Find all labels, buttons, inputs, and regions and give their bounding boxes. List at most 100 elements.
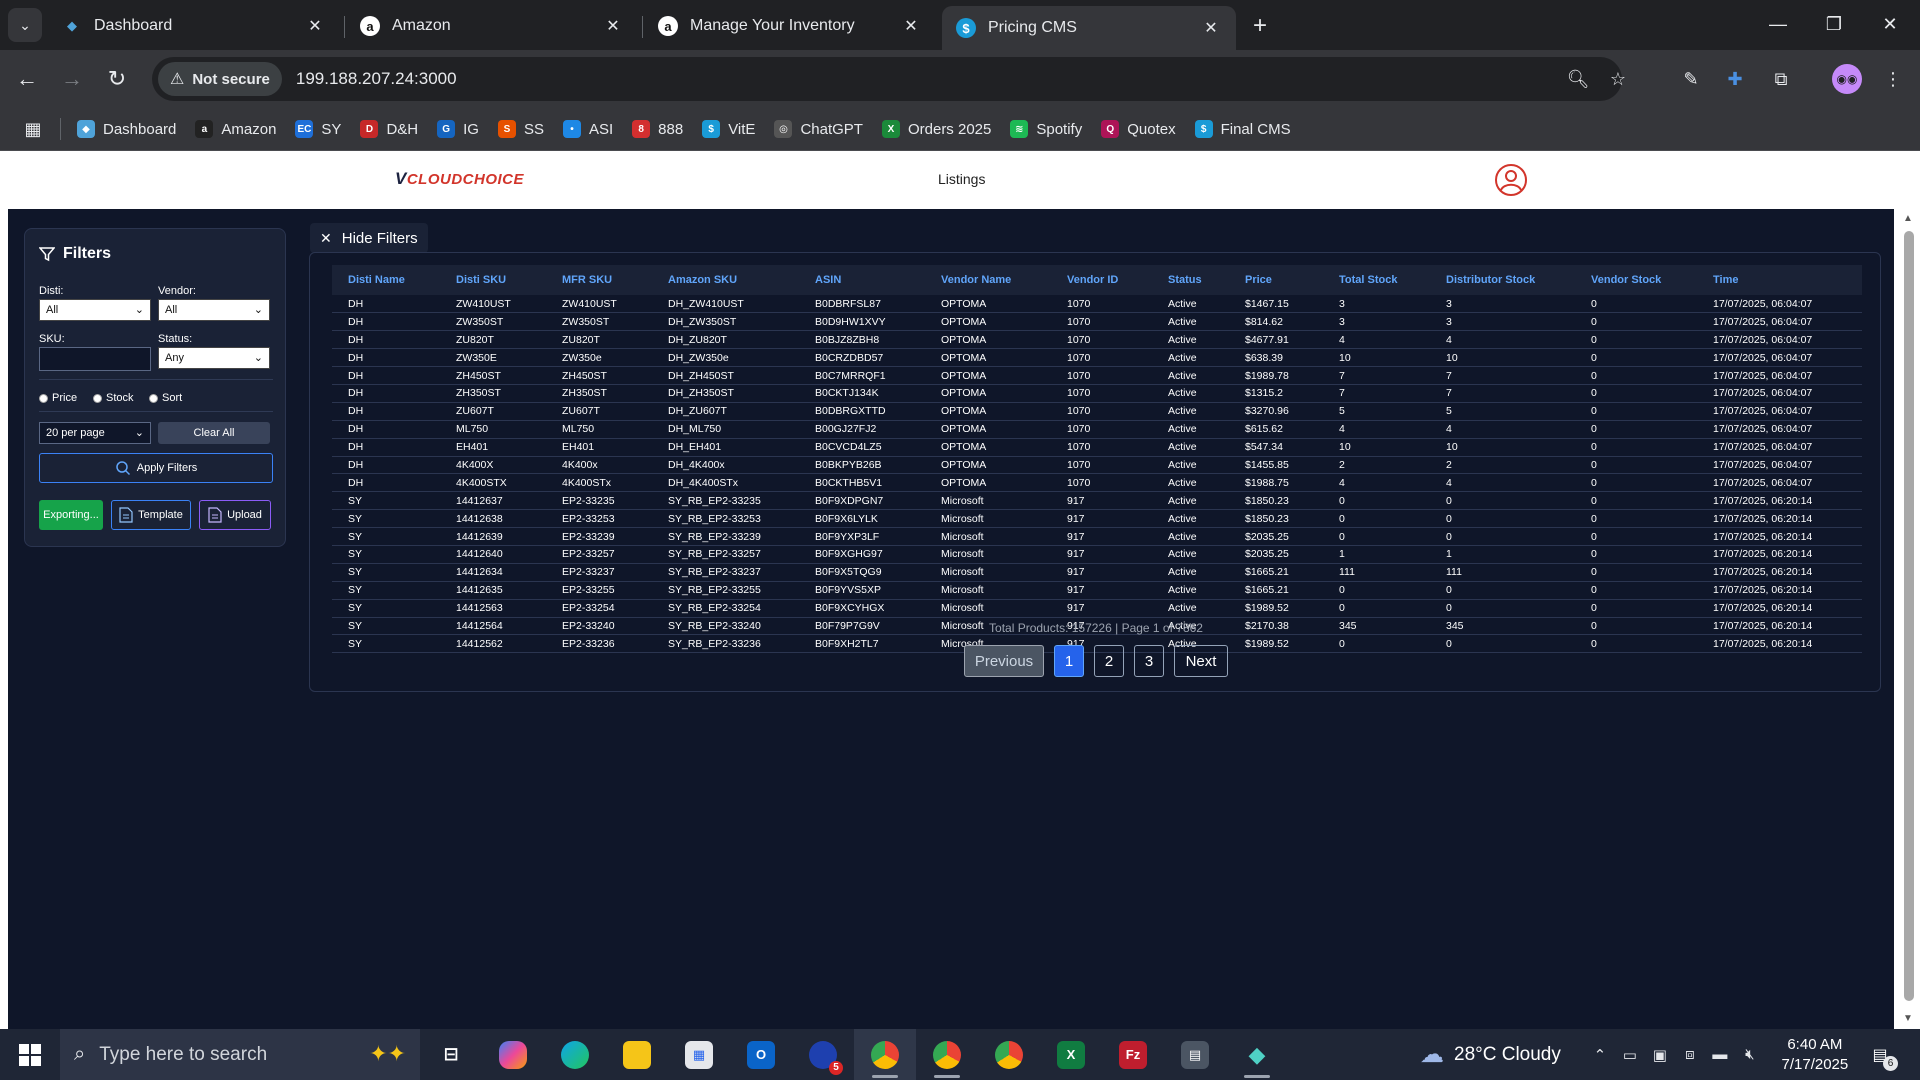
cloudchoice-logo[interactable]: VCLOUDCHOICE (395, 169, 524, 189)
table-row[interactable]: DH ZW410UST ZW410UST DH_ZW410UST B0DBRFSL87 O… (332, 295, 1862, 314)
close-icon[interactable]: ✕ (602, 15, 624, 37)
close-icon[interactable]: ✕ (304, 15, 326, 37)
taskbar-clock[interactable]: 6:40 AM 7/17/2025 (1775, 1035, 1855, 1075)
weather-widget[interactable]: ☁ 28°C Cloudy (1420, 1040, 1561, 1069)
edge-browser-icon[interactable] (544, 1029, 606, 1080)
column-header[interactable]: Total Stock (1323, 265, 1430, 295)
bookmark-d-h[interactable]: D D&H (360, 120, 418, 138)
tab-search-chevron-icon[interactable]: ⌄ (8, 8, 42, 42)
page-scrollbar[interactable]: ▲ ▼ (1898, 209, 1920, 1029)
user-profile-icon[interactable] (1494, 163, 1528, 197)
radio-price[interactable]: Price (39, 392, 77, 404)
bookmark-sy[interactable]: EC SY (295, 120, 341, 138)
window-close-icon[interactable]: ✕ (1867, 6, 1913, 42)
windows-start-icon[interactable] (0, 1029, 60, 1080)
notification-icon[interactable]: ▤ 6 (1866, 1041, 1898, 1071)
table-row[interactable]: SY 14412563 EP2-33254 SY_RB_EP2-33254 B0F9XC… (332, 599, 1862, 618)
outlook-icon[interactable]: O (730, 1029, 792, 1080)
scroll-up-arrow-icon[interactable]: ▲ (1903, 213, 1913, 224)
bookmark-vite[interactable]: $ VitE (702, 120, 755, 138)
task-view-icon[interactable]: ⊟ (420, 1029, 482, 1080)
upload-button[interactable]: Upload (199, 500, 271, 530)
table-row[interactable]: DH ZU607T ZU607T DH_ZU607T B0DBRGXTTD OPTOMA 1… (332, 402, 1862, 421)
minimize-icon[interactable]: — (1755, 6, 1801, 42)
back-arrow-icon[interactable]: ← (10, 62, 44, 96)
template-button[interactable]: Template (111, 500, 191, 530)
column-header[interactable]: Time (1697, 265, 1862, 295)
bookmark-quotex[interactable]: Q Quotex (1101, 120, 1176, 138)
apply-filters-button[interactable]: Apply Filters (39, 453, 273, 483)
close-icon[interactable]: ✕ (900, 15, 922, 37)
chrome-profile-icon[interactable] (916, 1029, 978, 1080)
table-row[interactable]: SY 14412640 EP2-33257 SY_RB_EP2-33257 B0F9XG… (332, 545, 1862, 564)
meet-now-icon[interactable]: ▣ (1645, 1046, 1675, 1064)
bookmark-asi[interactable]: • ASI (562, 120, 613, 138)
security-chip[interactable]: ⚠ Not secure (158, 62, 282, 96)
vendor-select[interactable]: All ⌄ (158, 299, 270, 321)
bookmark-ig[interactable]: G IG (437, 120, 479, 138)
excel-icon[interactable]: X (1040, 1029, 1102, 1080)
table-row[interactable]: SY 14412637 EP2-33235 SY_RB_EP2-33235 B0F9XD… (332, 491, 1862, 511)
network-icon[interactable]: ▭ (1615, 1046, 1645, 1064)
zoom-magnifier-icon[interactable]: 🔍︎ (1566, 67, 1590, 91)
table-row[interactable]: SY 14412639 EP2-33239 SY_RB_EP2-33239 B0F9YX… (332, 527, 1862, 546)
scrollbar-thumb[interactable] (1904, 231, 1914, 1001)
address-bar[interactable]: ⚠ Not secure 199.188.207.24:3000 🔍︎ ☆ (152, 57, 1626, 101)
tab-amazon[interactable]: a Amazon ✕ (346, 6, 638, 46)
column-header[interactable]: Vendor ID (1051, 265, 1152, 295)
table-row[interactable]: SY 14412638 EP2-33253 SY_RB_EP2-33253 B0F9X6… (332, 509, 1862, 529)
column-header[interactable]: Vendor Name (925, 265, 1051, 295)
bookmark-amazon[interactable]: a Amazon (195, 120, 276, 138)
taskbar-search-box[interactable]: ⌕ Type here to search ✦✦ (60, 1029, 420, 1080)
disti-select[interactable]: All ⌄ (39, 299, 151, 321)
export-button[interactable]: Exporting... (39, 500, 103, 530)
clear-all-button[interactable]: Clear All (158, 422, 270, 444)
dashboard-app-icon[interactable]: ◆ (1226, 1029, 1288, 1080)
nav-listings-link[interactable]: Listings (938, 171, 985, 187)
table-row[interactable]: DH ZU820T ZU820T DH_ZU820T B0BJZ8ZBH8 OPTOMA 1… (332, 330, 1862, 350)
reload-icon[interactable]: ↻ (100, 62, 134, 96)
sku-input[interactable] (39, 347, 151, 371)
file-explorer-icon[interactable] (606, 1029, 668, 1080)
column-header[interactable]: Amazon SKU (652, 265, 799, 295)
menu-kebab-icon[interactable]: ⋮ (1878, 64, 1908, 94)
url-text[interactable]: 199.188.207.24:3000 (296, 69, 457, 89)
page-3-button[interactable]: 3 (1134, 645, 1164, 677)
scroll-down-arrow-icon[interactable]: ▼ (1903, 1013, 1913, 1024)
page-1-button[interactable]: 1 (1054, 645, 1084, 677)
bookmark-dashboard[interactable]: ◆ Dashboard (77, 120, 176, 138)
forward-arrow-icon[interactable]: → (55, 62, 89, 96)
hide-filters-button[interactable]: ✕ Hide Filters (310, 223, 428, 253)
calculator-icon[interactable]: ▤ (1164, 1029, 1226, 1080)
column-header[interactable]: Vendor Stock (1575, 265, 1697, 295)
apps-grid-icon[interactable]: ▦ (22, 118, 44, 140)
column-header[interactable]: Disti Name (332, 265, 440, 295)
column-header[interactable]: MFR SKU (546, 265, 652, 295)
chrome-icon[interactable] (978, 1029, 1040, 1080)
bookmark-888[interactable]: 8 888 (632, 120, 683, 138)
table-row[interactable]: SY 14412634 EP2-33237 SY_RB_EP2-33237 B0F9X5… (332, 563, 1862, 582)
column-header[interactable]: Price (1229, 265, 1323, 295)
extension-puzzle-blue-icon[interactable]: ✚ (1720, 64, 1750, 94)
extension-feather-icon[interactable]: ✎ (1676, 64, 1706, 94)
table-row[interactable]: DH ZW350E ZW350e DH_ZW350e B0CRZDBD57 OPTOMA 1… (332, 348, 1862, 368)
speaker-muted-icon[interactable]: 🔇︎ (1735, 1046, 1765, 1063)
column-header[interactable]: ASIN (799, 265, 925, 295)
column-header[interactable]: Status (1152, 265, 1229, 295)
bookmark-spotify[interactable]: ≋ Spotify (1010, 120, 1082, 138)
chevron-up-icon[interactable]: ⌃ (1585, 1046, 1615, 1064)
microsoft-store-icon[interactable]: ▦ (668, 1029, 730, 1080)
bookmark-star-icon[interactable]: ☆ (1606, 67, 1630, 91)
radio-sort[interactable]: Sort (149, 392, 182, 404)
table-row[interactable]: DH ZW350ST ZW350ST DH_ZW350ST B0D9HW1XVY OPTO… (332, 312, 1862, 332)
close-icon[interactable]: ✕ (1200, 17, 1222, 39)
copilot-icon[interactable] (482, 1029, 544, 1080)
battery-icon[interactable]: ▬ (1705, 1046, 1735, 1063)
calendar-app-icon[interactable]: 5 (792, 1029, 854, 1080)
table-row[interactable]: DH ML750 ML750 DH_ML750 B00GJ27FJ2 OPTOMA 1070… (332, 420, 1862, 439)
per-page-select[interactable]: 20 per page ⌄ (39, 422, 151, 444)
tab-pricing-cms[interactable]: $ Pricing CMS ✕ (942, 6, 1236, 50)
display-icon[interactable]: ⧈ (1675, 1046, 1705, 1063)
radio-stock[interactable]: Stock (93, 392, 134, 404)
table-row[interactable]: DH EH401 EH401 DH_EH401 B0CVCD4LZ5 OPTOMA 1070… (332, 438, 1862, 457)
